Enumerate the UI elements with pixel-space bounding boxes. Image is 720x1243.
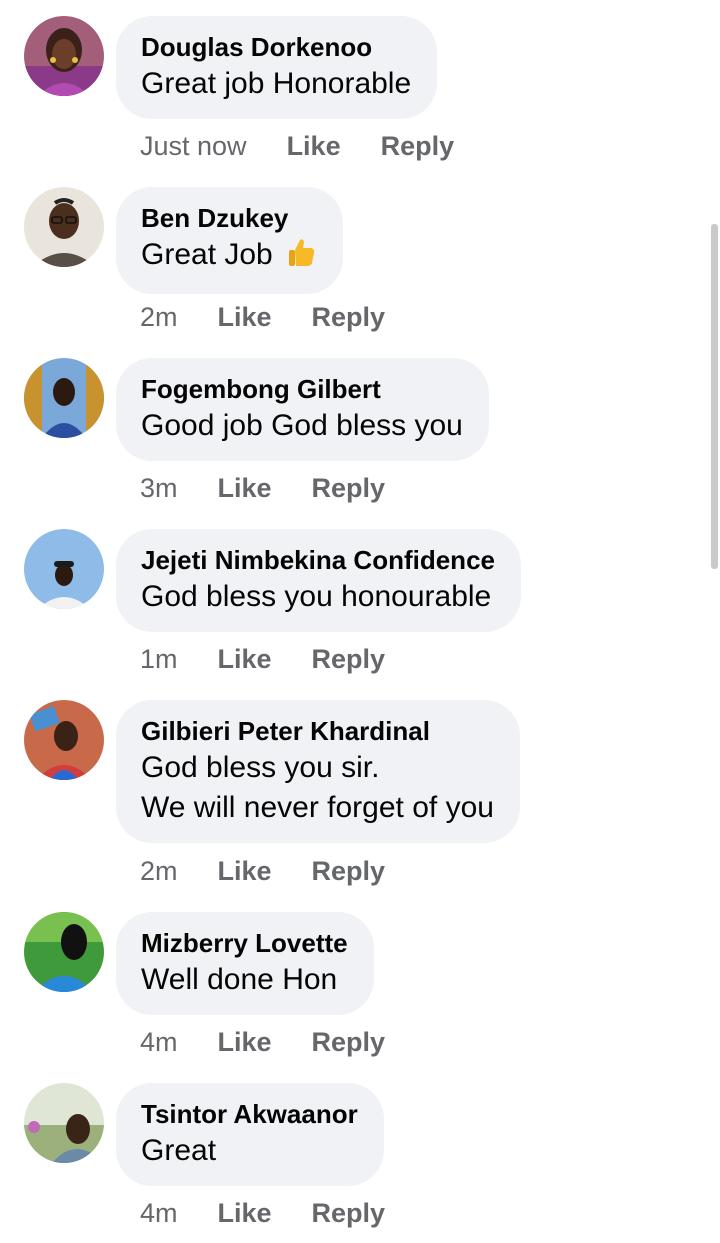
comment-bubble[interactable]: Douglas Dorkenoo Great job Honorable [116, 16, 438, 119]
avatar[interactable] [24, 1083, 104, 1163]
comment-actions: 2m Like Reply [140, 854, 385, 888]
reply-button[interactable]: Reply [312, 644, 386, 675]
comment-actions: 1m Like Reply [140, 642, 385, 676]
like-button[interactable]: Like [218, 856, 272, 887]
avatar-image [24, 700, 104, 780]
scrollbar-thumb[interactable] [711, 224, 718, 569]
comment-actions: 3m Like Reply [140, 471, 385, 505]
comment-timestamp: 2m [140, 855, 178, 886]
avatar-image [24, 187, 104, 267]
like-button[interactable]: Like [218, 644, 272, 675]
reply-button[interactable]: Reply [312, 856, 386, 887]
reply-button[interactable]: Reply [312, 473, 386, 504]
comment-timestamp: 4m [140, 1197, 178, 1228]
like-button[interactable]: Like [218, 302, 272, 333]
comment-actions: 4m Like Reply [140, 1025, 385, 1059]
comment-timestamp: Just now [140, 130, 247, 161]
comment-actions: 2m Like Reply [140, 300, 385, 334]
avatar-image [24, 358, 104, 438]
avatar[interactable] [24, 529, 104, 609]
avatar-image [24, 1083, 104, 1163]
avatar[interactable] [24, 187, 104, 267]
like-button[interactable]: Like [218, 1027, 272, 1058]
avatar[interactable] [24, 700, 104, 780]
commenter-name[interactable]: Tsintor Akwaanor [141, 1097, 358, 1131]
comment-timestamp: 1m [140, 643, 178, 674]
comment-actions: Just now Like Reply [140, 129, 454, 163]
comment-text: Great Job [141, 235, 317, 279]
comment-timestamp: 2m [140, 301, 178, 332]
comment-text-line: We will never forget of you [141, 791, 494, 824]
avatar[interactable] [24, 912, 104, 992]
like-button[interactable]: Like [218, 1198, 272, 1229]
comment-bubble[interactable]: Fogembong Gilbert Good job God bless you [116, 358, 489, 461]
avatar[interactable] [24, 358, 104, 438]
comment-text: God bless you honourable [141, 580, 492, 613]
comment-text: Great job Honorable [141, 67, 412, 100]
comment-text: Well done Hon [141, 963, 338, 996]
comment-text-line: God bless you sir. [141, 751, 380, 784]
comment-bubble[interactable]: Ben Dzukey Great Job [116, 187, 343, 294]
comment-timestamp: 4m [140, 1026, 178, 1057]
commenter-name[interactable]: Ben Dzukey [141, 201, 317, 235]
comment-bubble[interactable]: Tsintor Akwaanor Great [116, 1083, 384, 1186]
commenter-name[interactable]: Fogembong Gilbert [141, 372, 463, 406]
commenter-name[interactable]: Mizberry Lovette [141, 926, 348, 960]
commenter-name[interactable]: Douglas Dorkenoo [141, 30, 411, 64]
avatar-image [24, 16, 104, 96]
comment-text-content: Great Job [141, 238, 273, 271]
comment-bubble[interactable]: Mizberry Lovette Well done Hon [116, 912, 374, 1015]
comment-text: Good job God bless you [141, 409, 463, 442]
comment-bubble[interactable]: Gilbieri Peter Khardinal God bless you s… [116, 700, 520, 843]
avatar-image [24, 529, 104, 609]
reply-button[interactable]: Reply [381, 131, 455, 162]
avatar[interactable] [24, 16, 104, 96]
comment-bubble[interactable]: Jejeti Nimbekina Confidence God bless yo… [116, 529, 521, 632]
comment-actions: 4m Like Reply [140, 1196, 385, 1230]
comment-text: Great [141, 1134, 217, 1167]
reply-button[interactable]: Reply [312, 302, 386, 333]
comment-timestamp: 3m [140, 472, 178, 503]
avatar-image [24, 912, 104, 992]
commenter-name[interactable]: Jejeti Nimbekina Confidence [141, 543, 495, 577]
thumbs-up-icon [285, 236, 317, 279]
commenter-name[interactable]: Gilbieri Peter Khardinal [141, 714, 494, 748]
reply-button[interactable]: Reply [312, 1198, 386, 1229]
reply-button[interactable]: Reply [312, 1027, 386, 1058]
like-button[interactable]: Like [287, 131, 341, 162]
like-button[interactable]: Like [218, 473, 272, 504]
